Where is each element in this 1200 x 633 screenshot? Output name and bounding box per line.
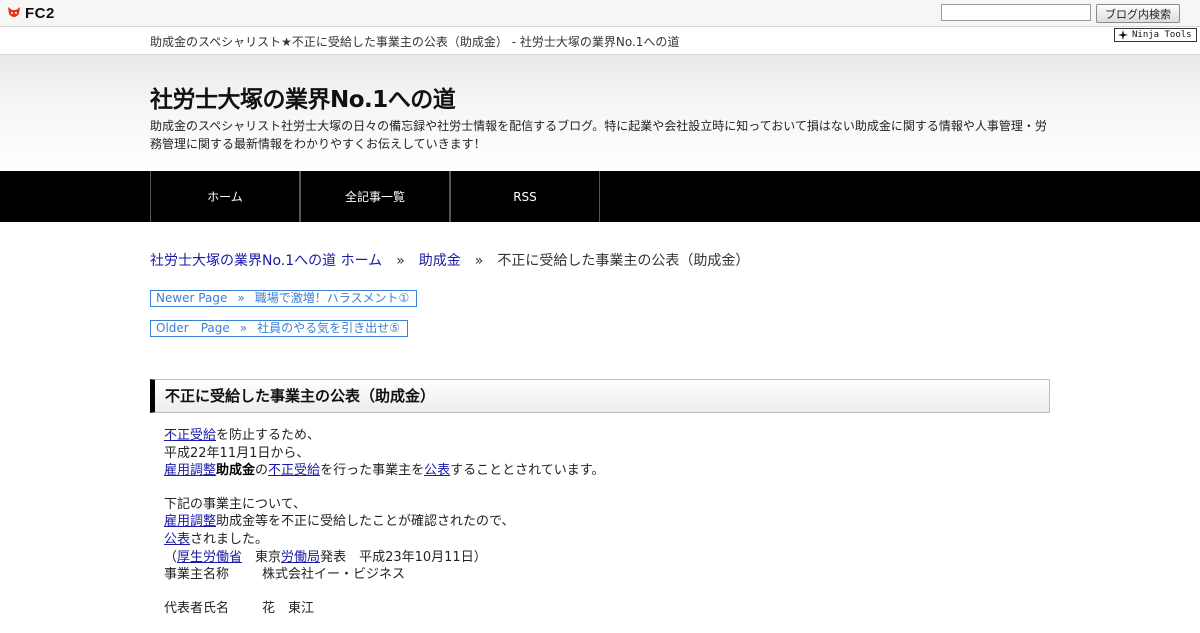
ninja-tools-label: Ninja Tools — [1132, 30, 1192, 40]
field-label: 代表者氏名 — [164, 600, 230, 616]
older-page-label: Older Page — [156, 321, 230, 335]
breadcrumb-category-link[interactable]: 助成金 — [419, 253, 461, 269]
entry-bold-text: 助成金 — [216, 463, 256, 479]
entry-text: 助成金等を不正に受給したことが確認されたので、 — [216, 514, 515, 530]
entry-text: 平成22年11月1日から、 — [164, 445, 310, 461]
breadcrumb: 社労士大塚の業界No.1への道 ホーム » 助成金 » 不正に受給した事業主の公表（助成… — [150, 250, 749, 270]
keyword-link[interactable]: 不正受給 — [164, 428, 216, 443]
entry-paragraph: 不正受給を防止するため、 平成22年11月1日から、 雇用調整助成金の不正受給を… — [164, 427, 1044, 480]
breadcrumb-separator: » — [474, 253, 484, 269]
fc2-fox-icon — [8, 7, 20, 17]
blog-header: 社労士大塚の業界No.1への道 助成金のスペシャリスト社労士大塚の日々の備忘録や… — [0, 55, 1200, 171]
ninja-tools-badge[interactable]: Ninja Tools — [1114, 28, 1197, 42]
entry-text: 東京 — [242, 549, 282, 565]
older-page-title: 社員のやる気を引き出せ⑤ — [257, 321, 400, 335]
older-page-link[interactable]: Older Page » 社員のやる気を引き出せ⑤ — [150, 320, 408, 337]
page-title-strip: 助成金のスペシャリスト★不正に受給した事業主の公表（助成金） - 社労士大塚の業… — [0, 27, 1200, 55]
entry-title: 不正に受給した事業主の公表（助成金） — [150, 379, 1050, 413]
keyword-link[interactable]: 公表 — [164, 532, 190, 547]
blog-search-button[interactable]: ブログ内検索 — [1096, 4, 1180, 23]
entry-text: することとされています。 — [450, 463, 605, 479]
entry-text: （ — [164, 549, 178, 565]
nav-item-all-entries[interactable]: 全記事一覧 — [300, 171, 450, 222]
entry-text: 下記の事業主について、 — [164, 496, 306, 512]
blog-description: 助成金のスペシャリスト社労士大塚の日々の備忘録や社労士情報を配信するブログ。特に… — [150, 119, 1047, 151]
keyword-link[interactable]: 雇用調整 — [164, 514, 216, 529]
newer-page-title: 職場で激増！ハラスメント① — [254, 291, 410, 305]
fc2-toolbar: FC2 ブログ内検索 — [0, 0, 1200, 27]
entry-text: 発表 平成23年10月11日） — [320, 549, 487, 565]
older-page-separator: » — [239, 321, 248, 335]
breadcrumb-current: 不正に受給した事業主の公表（助成金） — [497, 253, 750, 269]
fc2-logo-text: FC2 — [25, 4, 55, 22]
entry-paragraph: 代表者氏名 花 東江 — [164, 600, 1044, 618]
newer-page-separator: » — [237, 291, 245, 305]
field-value: 花 東江 — [262, 600, 315, 616]
ninja-star-icon — [1118, 30, 1128, 40]
entry-body: 不正受給を防止するため、 平成22年11月1日から、 雇用調整助成金の不正受給を… — [164, 427, 1044, 633]
nav-item-rss[interactable]: RSS — [450, 171, 600, 222]
entry-text: されました。 — [190, 531, 269, 547]
keyword-link[interactable]: 雇用調整 — [164, 463, 216, 478]
global-nav: ホーム 全記事一覧 RSS — [0, 171, 1200, 222]
entry-text: の — [255, 463, 269, 479]
field-label: 事業主名称 — [164, 567, 230, 583]
breadcrumb-home-link[interactable]: 社労士大塚の業界No.1への道 ホーム — [150, 253, 382, 269]
newer-page-link[interactable]: Newer Page » 職場で激増！ハラスメント① — [150, 290, 417, 307]
keyword-link[interactable]: 労働局 — [281, 550, 320, 565]
page-title: 助成金のスペシャリスト★不正に受給した事業主の公表（助成金） - 社労士大塚の業… — [150, 35, 680, 49]
field-value: 株式会社イー・ビジネス — [262, 567, 406, 583]
entry-paragraph: 下記の事業主について、 雇用調整助成金等を不正に受給したことが確認されたので、 … — [164, 496, 1044, 584]
entry-text: を行った事業主を — [320, 463, 425, 479]
keyword-link[interactable]: 公表 — [424, 463, 450, 478]
entry-text: を防止するため、 — [216, 428, 321, 443]
keyword-link[interactable]: 不正受給 — [268, 463, 320, 478]
nav-item-home[interactable]: ホーム — [150, 171, 300, 222]
breadcrumb-separator: » — [396, 253, 405, 269]
blog-search-input[interactable] — [941, 4, 1091, 21]
fc2-logo[interactable]: FC2 — [6, 4, 55, 22]
keyword-link[interactable]: 厚生労働省 — [177, 550, 242, 565]
blog-title[interactable]: 社労士大塚の業界No.1への道 — [150, 80, 456, 114]
newer-page-label: Newer Page — [156, 291, 228, 305]
